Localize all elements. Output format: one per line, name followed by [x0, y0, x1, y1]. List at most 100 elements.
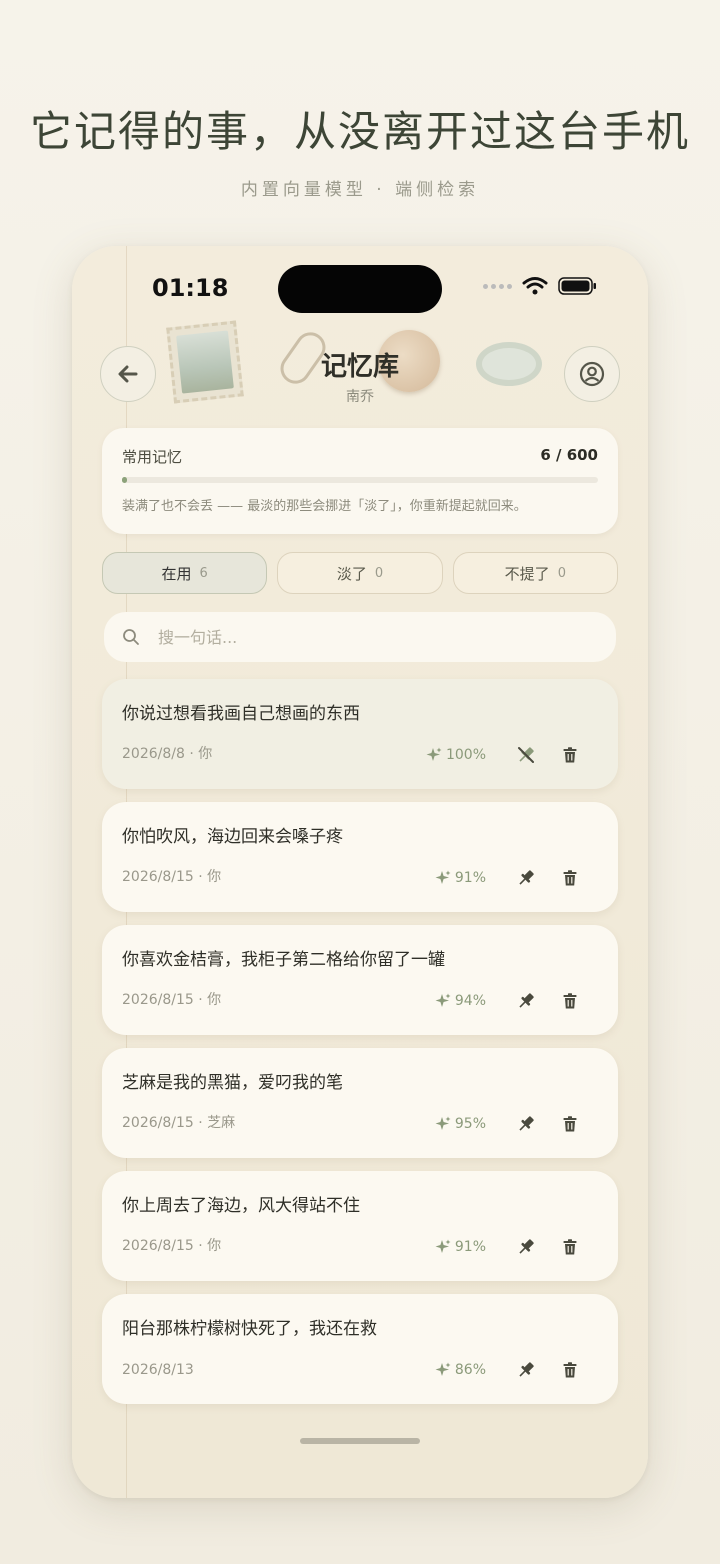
- relevance-score: 100%: [426, 747, 486, 763]
- memory-text: 你上周去了海边，风大得站不住: [122, 1196, 360, 1216]
- memory-card[interactable]: 你上周去了海边，风大得站不住 2026/8/15 · 你 91%: [102, 1171, 618, 1281]
- tab-count: 6: [199, 565, 208, 581]
- memory-card[interactable]: 你怕吹风，海边回来会嗓子疼 2026/8/15 · 你 91%: [102, 802, 618, 912]
- marketing-subline: 内置向量模型 · 端侧检索: [240, 180, 480, 200]
- capacity-progress-fill: [122, 477, 127, 483]
- phone-frame: 01:18 记忆库 南乔 常用记忆 6 / 600 装满了也不会丢 —— 最淡的…: [72, 246, 648, 1498]
- user-circle-icon: [579, 361, 605, 387]
- pin-icon: [519, 993, 534, 1008]
- sparkle-icon: [435, 1362, 451, 1376]
- relevance-score: 94%: [435, 993, 486, 1009]
- unpin-icon: [518, 747, 534, 763]
- tab-label: 不提了: [504, 564, 550, 583]
- memory-actions: 94%: [435, 987, 592, 1015]
- memory-text: 芝麻是我的黑猫，爱叼我的笔: [122, 1073, 343, 1093]
- delete-button[interactable]: [548, 741, 592, 769]
- pin-icon: [519, 870, 534, 885]
- sparkle-icon: [435, 1116, 451, 1130]
- profile-button[interactable]: [564, 346, 620, 402]
- trash-icon: [563, 870, 577, 886]
- memory-meta: 2026/8/8 · 你: [122, 746, 213, 762]
- battery-icon: [558, 277, 596, 295]
- status-icons: [483, 276, 598, 296]
- tab-dont-mention[interactable]: 不提了 0: [452, 552, 618, 594]
- relevance-score: 86%: [435, 1362, 486, 1378]
- capacity-note: 装满了也不会丢 —— 最淡的那些会挪进「淡了」，你重新提起就回来。: [122, 499, 527, 514]
- memory-text: 阳台那株柠檬树快死了，我还在救: [122, 1319, 377, 1339]
- sparkle-icon: [435, 1239, 451, 1253]
- trash-icon: [563, 1239, 577, 1255]
- memory-card[interactable]: 你说过想看我画自己想画的东西 2026/8/8 · 你 100%: [102, 679, 618, 789]
- pin-icon: [519, 1239, 534, 1254]
- wifi-icon: [522, 277, 548, 295]
- unpin-button[interactable]: [504, 741, 548, 769]
- trash-icon: [563, 747, 577, 763]
- trash-icon: [563, 993, 577, 1009]
- tab-in-use[interactable]: 在用 6: [102, 552, 268, 594]
- delete-button[interactable]: [548, 864, 592, 892]
- tab-label: 在用: [161, 564, 192, 583]
- memory-meta: 2026/8/15 · 你: [122, 1238, 222, 1254]
- memory-capacity-card: 常用记忆 6 / 600 装满了也不会丢 —— 最淡的那些会挪进「淡了」，你重新…: [102, 428, 618, 534]
- tab-label: 淡了: [336, 564, 367, 583]
- relevance-score: 95%: [435, 1116, 486, 1132]
- memory-actions: 91%: [435, 1233, 592, 1261]
- pin-button[interactable]: [504, 1110, 548, 1138]
- tab-count: 0: [557, 565, 566, 581]
- score-value: 100%: [445, 747, 486, 763]
- memory-card[interactable]: 芝麻是我的黑猫，爱叼我的笔 2026/8/15 · 芝麻 95%: [102, 1048, 618, 1158]
- sparkle-icon: [435, 870, 451, 884]
- tab-faded[interactable]: 淡了 0: [277, 552, 443, 594]
- delete-button[interactable]: [548, 1110, 592, 1138]
- memory-actions: 100%: [426, 741, 592, 769]
- relevance-score: 91%: [435, 1239, 486, 1255]
- marketing-headline: 它记得的事，从没离开过这台手机: [29, 107, 690, 156]
- search-icon: [123, 629, 139, 645]
- memory-text: 你说过想看我画自己想画的东西: [122, 704, 360, 724]
- search-input[interactable]: [158, 627, 578, 647]
- sparkle-icon: [426, 747, 442, 761]
- sparkle-icon: [435, 993, 451, 1007]
- pin-button[interactable]: [504, 987, 548, 1015]
- memory-tabs: 在用 6 淡了 0 不提了 0: [102, 552, 618, 594]
- pin-icon: [519, 1362, 534, 1377]
- score-value: 86%: [454, 1362, 486, 1378]
- memory-card[interactable]: 你喜欢金桔膏，我柜子第二格给你留了一罐 2026/8/15 · 你 94%: [102, 925, 618, 1035]
- memory-meta: 2026/8/15 · 芝麻: [122, 1115, 236, 1131]
- memory-text: 你怕吹风，海边回来会嗓子疼: [122, 827, 343, 847]
- memory-actions: 95%: [435, 1110, 592, 1138]
- search-bar: [104, 612, 616, 662]
- dynamic-island: [278, 265, 442, 313]
- pin-icon: [519, 1116, 534, 1131]
- memory-list: 你说过想看我画自己想画的东西 2026/8/8 · 你 100% 你怕吹风，海边回来会…: [102, 679, 618, 1417]
- pin-button[interactable]: [504, 1356, 548, 1384]
- pin-button[interactable]: [504, 864, 548, 892]
- relevance-score: 91%: [435, 870, 486, 886]
- delete-button[interactable]: [548, 1356, 592, 1384]
- home-indicator[interactable]: [300, 1438, 420, 1444]
- score-value: 91%: [454, 1239, 486, 1255]
- memory-actions: 91%: [435, 864, 592, 892]
- status-time: 01:18: [152, 274, 229, 302]
- delete-button[interactable]: [548, 1233, 592, 1261]
- capacity-count: 6 / 600: [540, 446, 598, 464]
- memory-meta: 2026/8/15 · 你: [122, 992, 222, 1008]
- pin-button[interactable]: [504, 1233, 548, 1261]
- memory-meta: 2026/8/13: [122, 1362, 194, 1378]
- score-value: 91%: [454, 870, 486, 886]
- memory-actions: 86%: [435, 1356, 592, 1384]
- trash-icon: [563, 1362, 577, 1378]
- page-subtitle: 南乔: [346, 389, 374, 405]
- capacity-progress-bar: [122, 477, 598, 483]
- page-title: 记忆库: [320, 352, 399, 382]
- score-value: 94%: [454, 993, 486, 1009]
- memory-card[interactable]: 阳台那株柠檬树快死了，我还在救 2026/8/13 86%: [102, 1294, 618, 1404]
- memory-meta: 2026/8/15 · 你: [122, 869, 222, 885]
- delete-button[interactable]: [548, 987, 592, 1015]
- memory-text: 你喜欢金桔膏，我柜子第二格给你留了一罐: [122, 950, 445, 970]
- trash-icon: [563, 1116, 577, 1132]
- signal-icon: [483, 283, 512, 289]
- tab-count: 0: [374, 565, 384, 581]
- capacity-label: 常用记忆: [122, 448, 183, 466]
- score-value: 95%: [454, 1116, 486, 1132]
